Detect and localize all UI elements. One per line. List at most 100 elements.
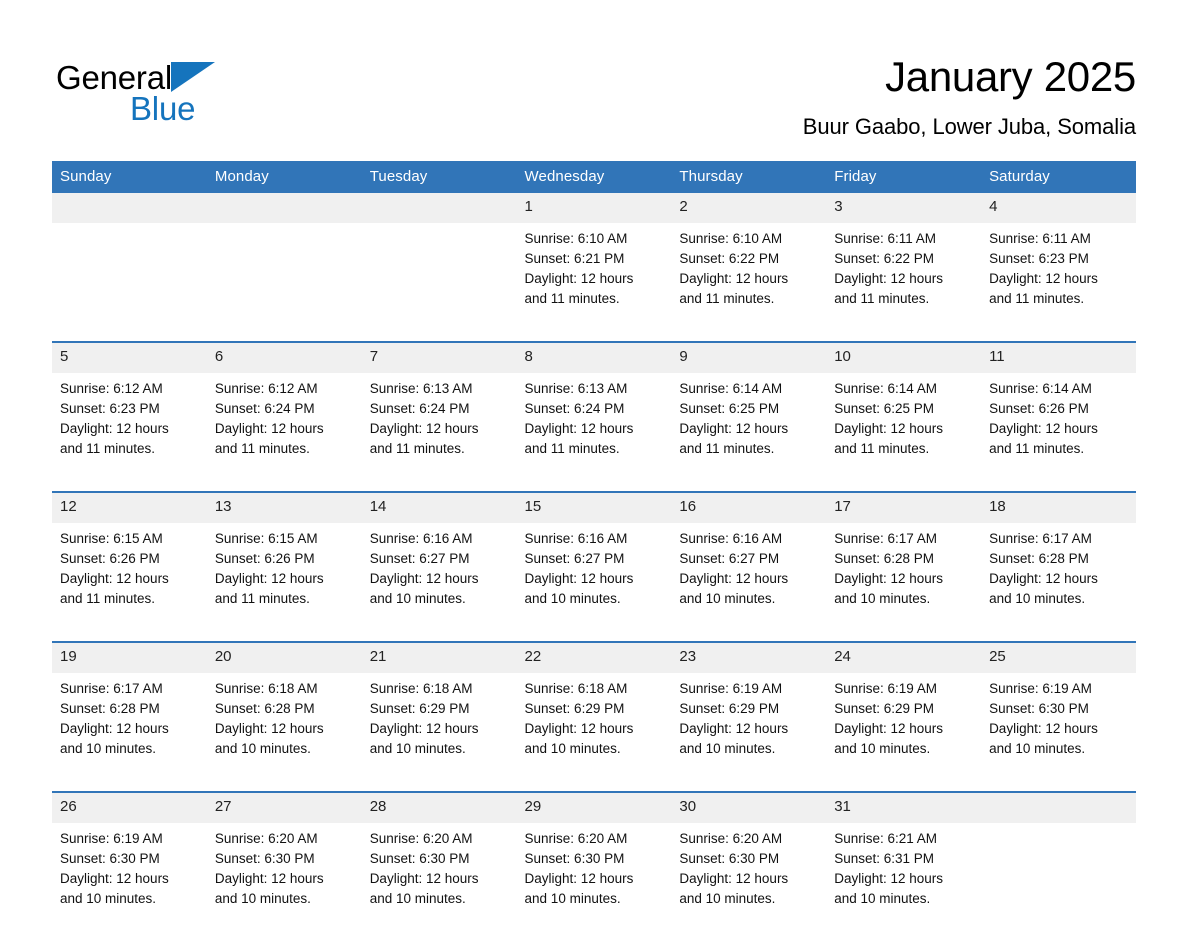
sunset-text: Sunset: 6:27 PM (524, 551, 625, 566)
sunset-text: Sunset: 6:22 PM (679, 251, 780, 266)
daylight-text-line1: Daylight: 12 hours (214, 571, 324, 586)
daylight-text-line2: and 10 minutes. (679, 741, 776, 756)
sunrise-text: Sunrise: 6:12 AM (60, 381, 163, 396)
day-number[interactable]: 23 (671, 642, 827, 673)
day-number[interactable]: 26 (52, 792, 207, 823)
day-number[interactable]: 14 (361, 492, 517, 523)
day-number[interactable]: 6 (206, 342, 362, 373)
sunrise-text: Sunrise: 6:16 AM (679, 531, 783, 546)
sunset-text: Sunset: 6:23 PM (60, 401, 160, 416)
daylight-text-line2: and 10 minutes. (834, 741, 931, 756)
day-number[interactable]: 22 (516, 642, 672, 673)
day-info-empty (52, 223, 207, 329)
day-number[interactable]: 1 (516, 193, 672, 223)
daylight-text-line1: Daylight: 12 hours (679, 271, 789, 286)
sunrise-text: Sunrise: 6:12 AM (214, 381, 318, 396)
sunset-text: Sunset: 6:27 PM (679, 551, 780, 566)
title-block: January 2025 Buur Gaabo, Lower Juba, Som… (802, 48, 1137, 142)
day-number[interactable]: 2 (671, 193, 827, 223)
daylight-text-line1: Daylight: 12 hours (834, 571, 944, 586)
day-number[interactable]: 10 (826, 342, 982, 373)
logo-top-row: General (56, 58, 306, 94)
day-number[interactable]: 3 (826, 193, 982, 223)
daylight-text-line2: and 11 minutes. (679, 291, 775, 306)
sunset-text: Sunset: 6:22 PM (834, 251, 935, 266)
day-info: Sunrise: 6:18 AM Sunset: 6:29 PM Dayligh… (517, 673, 672, 779)
day-number[interactable]: 11 (981, 342, 1136, 373)
day-number[interactable]: 31 (826, 792, 982, 823)
day-number[interactable]: 24 (826, 642, 982, 673)
day-number[interactable]: 29 (516, 792, 672, 823)
day-info: Sunrise: 6:20 AM Sunset: 6:30 PM Dayligh… (671, 823, 826, 929)
daylight-text-line1: Daylight: 12 hours (989, 421, 1098, 436)
daylight-text-line1: Daylight: 12 hours (369, 571, 479, 586)
day-info: Sunrise: 6:20 AM Sunset: 6:30 PM Dayligh… (362, 823, 517, 929)
day-number[interactable]: 27 (206, 792, 362, 823)
sunrise-text: Sunrise: 6:19 AM (679, 681, 783, 696)
sunrise-text: Sunrise: 6:19 AM (834, 681, 938, 696)
day-number[interactable]: 13 (206, 492, 362, 523)
day-number[interactable]: 16 (671, 492, 827, 523)
daylight-text-line1: Daylight: 12 hours (214, 421, 324, 436)
day-number[interactable]: 21 (361, 642, 517, 673)
weekday-header-friday: Friday (826, 161, 982, 193)
day-info: Sunrise: 6:18 AM Sunset: 6:29 PM Dayligh… (362, 673, 517, 779)
day-info: Sunrise: 6:19 AM Sunset: 6:29 PM Dayligh… (826, 673, 981, 779)
daylight-text-line1: Daylight: 12 hours (369, 421, 479, 436)
day-number[interactable]: 7 (361, 342, 517, 373)
daylight-text-line1: Daylight: 12 hours (834, 871, 944, 886)
daylight-text-line1: Daylight: 12 hours (214, 871, 324, 886)
day-number[interactable]: 4 (981, 193, 1136, 223)
sunset-text: Sunset: 6:30 PM (679, 851, 780, 866)
daylight-text-line1: Daylight: 12 hours (679, 571, 789, 586)
daylight-text-line2: and 11 minutes. (60, 591, 156, 606)
sunrise-text: Sunrise: 6:14 AM (679, 381, 783, 396)
day-number[interactable]: 12 (52, 492, 207, 523)
daylight-text-line2: and 11 minutes. (989, 441, 1085, 456)
day-info-row: Sunrise: 6:12 AM Sunset: 6:23 PM Dayligh… (52, 373, 1136, 479)
day-number[interactable]: 9 (671, 342, 827, 373)
calendar-head: Sunday Monday Tuesday Wednesday Thursday… (52, 161, 1136, 193)
day-number[interactable]: 8 (516, 342, 672, 373)
daylight-text-line2: and 10 minutes. (214, 741, 311, 756)
sunrise-text: Sunrise: 6:18 AM (214, 681, 318, 696)
sunrise-text: Sunrise: 6:17 AM (989, 531, 1092, 546)
daylight-text-line1: Daylight: 12 hours (834, 421, 944, 436)
day-number[interactable]: 19 (52, 642, 207, 673)
sunset-text: Sunset: 6:29 PM (524, 701, 625, 716)
day-info: Sunrise: 6:19 AM Sunset: 6:29 PM Dayligh… (671, 673, 826, 779)
day-number[interactable]: 17 (826, 492, 982, 523)
day-info-row: Sunrise: 6:17 AM Sunset: 6:28 PM Dayligh… (52, 673, 1136, 779)
weekday-header-row: Sunday Monday Tuesday Wednesday Thursday… (52, 161, 1136, 193)
day-number[interactable]: 5 (52, 342, 207, 373)
daylight-text-line2: and 10 minutes. (524, 591, 621, 606)
sunset-text: Sunset: 6:28 PM (214, 701, 315, 716)
sunrise-text: Sunrise: 6:14 AM (834, 381, 938, 396)
sunrise-text: Sunrise: 6:16 AM (369, 531, 473, 546)
daylight-text-line2: and 11 minutes. (679, 441, 775, 456)
day-info: Sunrise: 6:14 AM Sunset: 6:25 PM Dayligh… (671, 373, 826, 479)
day-number[interactable]: 15 (516, 492, 672, 523)
daylight-text-line1: Daylight: 12 hours (834, 271, 944, 286)
day-number[interactable]: 25 (981, 642, 1136, 673)
day-info: Sunrise: 6:15 AM Sunset: 6:26 PM Dayligh… (207, 523, 362, 629)
day-number[interactable]: 20 (206, 642, 362, 673)
sunrise-text: Sunrise: 6:20 AM (524, 831, 628, 846)
daylight-text-line2: and 10 minutes. (834, 591, 931, 606)
sunset-text: Sunset: 6:25 PM (834, 401, 935, 416)
week-separator-rule (52, 779, 1136, 793)
sunset-text: Sunset: 6:31 PM (834, 851, 935, 866)
day-info: Sunrise: 6:20 AM Sunset: 6:30 PM Dayligh… (517, 823, 672, 929)
daylight-text-line1: Daylight: 12 hours (369, 721, 479, 736)
day-info: Sunrise: 6:17 AM Sunset: 6:28 PM Dayligh… (52, 673, 207, 779)
page-subtitle: Buur Gaabo, Lower Juba, Somalia (802, 114, 1136, 139)
sunset-text: Sunset: 6:29 PM (834, 701, 935, 716)
day-number[interactable]: 18 (981, 492, 1136, 523)
day-info-row: Sunrise: 6:15 AM Sunset: 6:26 PM Dayligh… (52, 523, 1136, 629)
day-number[interactable]: 30 (671, 792, 827, 823)
weekday-header-monday: Monday (206, 161, 362, 193)
day-info: Sunrise: 6:12 AM Sunset: 6:24 PM Dayligh… (207, 373, 362, 479)
daylight-text-line2: and 11 minutes. (989, 291, 1085, 306)
daylight-text-line2: and 11 minutes. (834, 441, 930, 456)
day-number[interactable]: 28 (361, 792, 517, 823)
